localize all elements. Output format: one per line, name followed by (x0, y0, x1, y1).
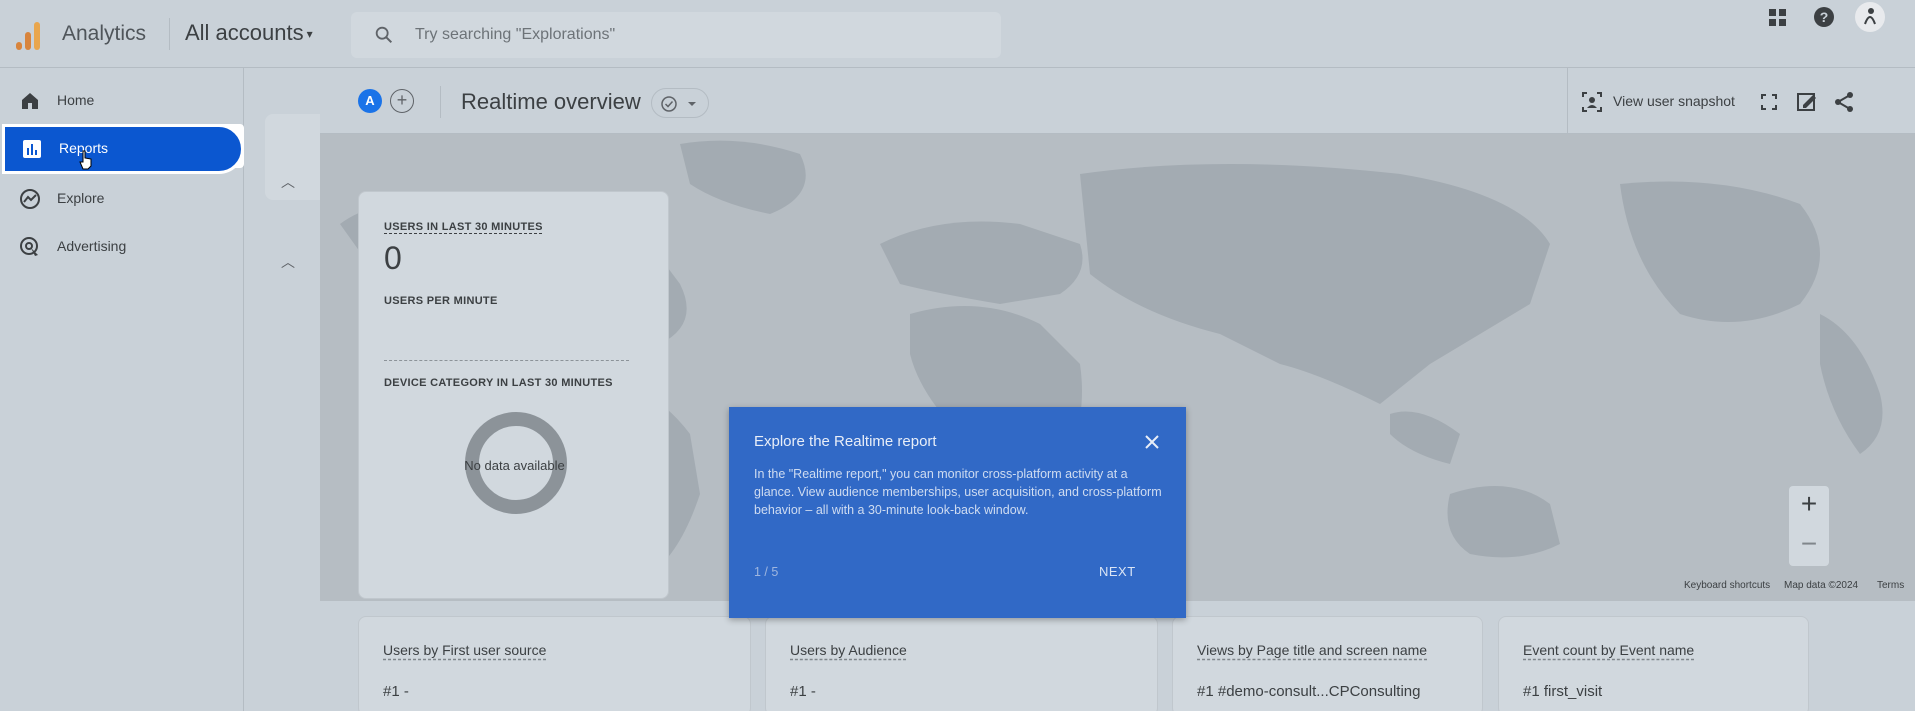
explore-icon (20, 189, 40, 209)
snapshot-label: View user snapshot (1613, 93, 1735, 109)
keyboard-shortcuts-link[interactable]: Keyboard shortcuts (1684, 580, 1770, 591)
tooltip-body: In the "Realtime report," you can monito… (754, 467, 1162, 517)
chevron-up-icon[interactable]: ︿ (281, 252, 295, 272)
nav-item-label: Advertising (57, 238, 127, 254)
card-title[interactable]: Event count by Event name (1523, 642, 1694, 658)
tooltip-next-button[interactable]: NEXT (1099, 564, 1136, 579)
users-per-minute-chart (384, 360, 629, 361)
report-status-dropdown[interactable] (651, 88, 709, 118)
account-avatar-icon[interactable] (1853, 0, 1887, 34)
hand-cursor-icon (79, 150, 92, 170)
card-title[interactable]: Users by Audience (790, 642, 907, 658)
tooltip-title: Explore the Realtime report (754, 433, 937, 450)
analytics-logo-icon[interactable] (16, 20, 42, 50)
divider (169, 18, 170, 50)
event-count-card: Event count by Event name #1 first_visit (1498, 616, 1809, 711)
users-30min-value: 0 (384, 240, 402, 276)
users-summary-card: USERS IN LAST 30 MINUTES 0 USERS PER MIN… (358, 191, 669, 599)
user-snapshot-icon (1582, 92, 1602, 112)
card-row: #1 #demo-consult...CPConsulting (1197, 683, 1421, 700)
caret-down-icon: ▾ (306, 27, 313, 42)
edit-report-icon[interactable] (1795, 90, 1819, 114)
chevron-up-icon[interactable]: ︿ (281, 172, 295, 192)
views-by-page-card: Views by Page title and screen name #1 #… (1172, 616, 1483, 711)
secondary-nav-column: ︿ ︿ (245, 68, 351, 711)
left-navigation: Home Reports Explore Advertising (0, 68, 244, 711)
search-placeholder: Try searching "Explorations" (415, 26, 616, 43)
map-data-attribution: Map data ©2024 (1784, 580, 1859, 591)
divider (1567, 68, 1568, 134)
zoom-out-button[interactable]: − (1789, 528, 1829, 560)
close-icon[interactable] (1137, 427, 1167, 457)
account-selector[interactable]: All accounts ▾ (185, 20, 313, 46)
account-selector-label: All accounts (185, 20, 304, 45)
users-30min-label[interactable]: USERS IN LAST 30 MINUTES (384, 221, 543, 233)
apps-grid-icon[interactable] (1760, 0, 1794, 34)
top-app-bar: Analytics All accounts ▾ Try searching "E… (0, 0, 1915, 68)
advertising-icon (20, 237, 38, 256)
terms-link[interactable]: Terms (1877, 580, 1904, 591)
card-row: #1 first_visit (1523, 683, 1603, 700)
svg-text:?: ? (1820, 9, 1829, 25)
page-title: Realtime overview (461, 89, 641, 114)
app-name: Analytics (62, 22, 147, 45)
nav-item-reports[interactable]: Reports (2, 124, 244, 174)
users-by-source-card: Users by First user source #1 - (358, 616, 751, 711)
map-zoom-controls: + − (1789, 486, 1829, 566)
help-icon[interactable]: ? (1807, 0, 1841, 34)
onboarding-tooltip: Explore the Realtime report In the "Real… (729, 407, 1186, 618)
device-category-label: DEVICE CATEGORY IN LAST 30 MINUTES (384, 377, 613, 389)
card-row: #1 - (383, 683, 409, 700)
nav-item-explore[interactable]: Explore (0, 176, 244, 220)
fullscreen-icon[interactable] (1759, 92, 1779, 112)
bar-chart-icon (23, 140, 41, 158)
users-per-minute-label: USERS PER MINUTE (384, 295, 498, 307)
nav-item-label: Explore (57, 190, 105, 206)
home-icon (22, 93, 38, 109)
search-icon (375, 26, 393, 44)
add-comparison-button[interactable]: + (390, 89, 414, 113)
zoom-in-button[interactable]: + (1789, 488, 1829, 520)
search-bar[interactable]: Try searching "Explorations" (351, 12, 1001, 58)
nav-item-advertising[interactable]: Advertising (0, 224, 244, 268)
card-row: #1 - (790, 683, 816, 700)
share-icon[interactable] (1832, 90, 1856, 114)
view-user-snapshot-button[interactable]: View user snapshot (1580, 90, 1735, 114)
card-title[interactable]: Users by First user source (383, 642, 546, 658)
nav-item-home[interactable]: Home (0, 78, 244, 122)
tooltip-page-indicator: 1 / 5 (754, 565, 779, 579)
no-data-text: No data available (464, 458, 565, 473)
comparison-avatar[interactable]: A (358, 89, 382, 113)
users-by-audience-card: Users by Audience #1 - (765, 616, 1158, 711)
nav-item-label: Home (57, 92, 95, 108)
divider (440, 86, 441, 118)
card-title[interactable]: Views by Page title and screen name (1197, 642, 1427, 658)
